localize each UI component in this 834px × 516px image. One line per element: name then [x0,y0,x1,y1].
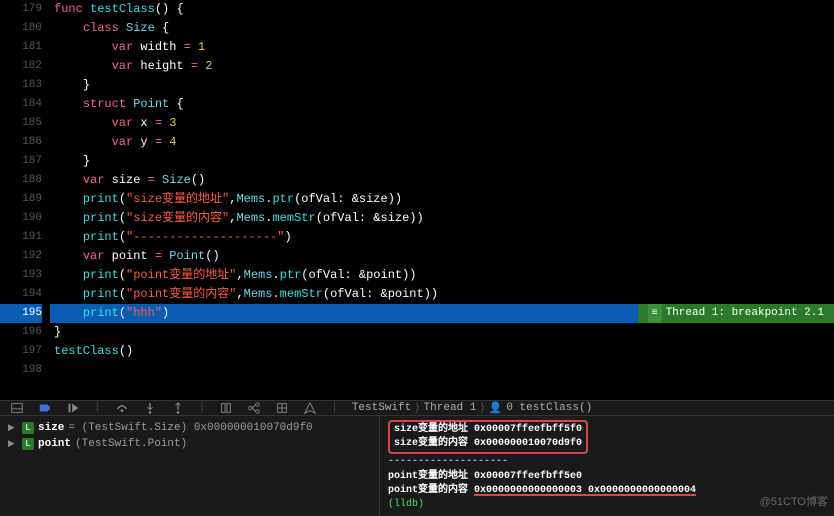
disclosure-triangle-icon[interactable]: ▶ [8,436,18,452]
step-over-icon[interactable] [115,401,129,415]
variable-badge-icon: L [22,438,34,450]
code-line[interactable]: struct Point { [50,95,834,114]
line-number[interactable]: 179 [0,0,42,19]
location-icon[interactable] [303,401,317,415]
code-line[interactable]: } [50,152,834,171]
code-line[interactable]: print("size变量的地址",Mems.ptr(ofVal: &size)… [50,190,834,209]
breakpoint-badge: ≡Thread 1: breakpoint 2.1 [638,304,834,323]
line-number[interactable]: 186 [0,133,42,152]
disclosure-triangle-icon[interactable]: ▶ [8,420,18,436]
line-number[interactable]: 181 [0,38,42,57]
code-line[interactable]: print("point变量的地址",Mems.ptr(ofVal: &poin… [50,266,834,285]
line-number[interactable]: 189 [0,190,42,209]
memory-graph-icon[interactable] [247,401,261,415]
line-number[interactable]: 188 [0,171,42,190]
view-debug-icon[interactable] [219,401,233,415]
variable-badge-icon: L [22,422,34,434]
continue-icon[interactable] [66,401,80,415]
line-number[interactable]: 192 [0,247,42,266]
line-number[interactable]: 193 [0,266,42,285]
variable-row[interactable]: ▶ Lsize = (TestSwift.Size) 0x000000010070… [8,420,371,436]
code-line[interactable]: print("hhh")≡Thread 1: breakpoint 2.1 [50,304,834,323]
chevron-icon: ⟩ [480,401,484,415]
line-number[interactable]: 187 [0,152,42,171]
code-line[interactable]: var height = 2 [50,57,834,76]
watermark: @51CTO博客 [760,493,828,509]
code-line[interactable]: var width = 1 [50,38,834,57]
console-line: size变量的内容 0x000000010070d9f0 [394,437,582,451]
debug-breadcrumbs[interactable]: TestSwift ⟩ Thread 1 ⟩ 👤 0 testClass() [352,401,592,415]
variable-value: (TestSwift.Point) [75,436,187,452]
thread-crumb[interactable]: Thread 1 [424,402,477,414]
hamburger-icon: ≡ [648,304,662,323]
code-line[interactable]: var x = 3 [50,114,834,133]
code-line[interactable]: func testClass() { [50,0,834,19]
code-line[interactable] [50,361,834,380]
code-line[interactable]: } [50,323,834,342]
line-number[interactable]: 185 [0,114,42,133]
line-number[interactable]: 182 [0,57,42,76]
debug-toolbar: | | | TestSwift ⟩ Thread 1 ⟩ 👤 0 testCla… [0,401,834,416]
person-icon: 👤 [489,401,503,415]
code-line[interactable]: class Size { [50,19,834,38]
environment-icon[interactable] [275,401,289,415]
console-highlight-box: size变量的地址 0x00007ffeefbff5f0 size变量的内容 0… [388,420,588,454]
variable-name: point [38,436,71,452]
console-line: size变量的地址 0x00007ffeefbff5f0 [394,423,582,437]
step-out-icon[interactable] [171,401,185,415]
line-number[interactable]: 191 [0,228,42,247]
debug-panel: | | | TestSwift ⟩ Thread 1 ⟩ 👤 0 testCla… [0,400,834,515]
line-number[interactable]: 197 [0,342,42,361]
code-editor[interactable]: 1791801811821831841851861871881891901911… [0,0,834,400]
frame-crumb[interactable]: 0 testClass() [506,402,592,414]
step-into-icon[interactable] [143,401,157,415]
code-line[interactable]: var y = 4 [50,133,834,152]
code-line[interactable]: var size = Size() [50,171,834,190]
code-line[interactable]: print("point变量的内容",Mems.memStr(ofVal: &p… [50,285,834,304]
code-line[interactable]: testClass() [50,342,834,361]
line-number[interactable]: 180 [0,19,42,38]
line-number[interactable]: 198 [0,361,42,380]
code-area[interactable]: func testClass() { class Size { var widt… [50,0,834,400]
variable-row[interactable]: ▶ Lpoint (TestSwift.Point) [8,436,371,452]
line-number[interactable]: 196 [0,323,42,342]
line-number-gutter: 1791801811821831841851861871881891901911… [0,0,50,400]
line-number[interactable]: 190 [0,209,42,228]
console-line: -------------------- [388,455,826,469]
code-line[interactable]: print("size变量的内容",Mems.memStr(ofVal: &si… [50,209,834,228]
hide-debug-icon[interactable] [10,401,24,415]
project-crumb[interactable]: TestSwift [352,402,411,414]
code-line[interactable]: } [50,76,834,95]
breakpoint-toggle-icon[interactable] [38,401,52,415]
code-line[interactable]: var point = Point() [50,247,834,266]
console-line: point变量的地址 0x00007ffeefbff5e0 [388,470,826,484]
line-number[interactable]: 184 [0,95,42,114]
code-line[interactable]: print("--------------------") [50,228,834,247]
line-number[interactable]: 183 [0,76,42,95]
variables-view[interactable]: ▶ Lsize = (TestSwift.Size) 0x000000010070… [0,416,380,516]
line-number[interactable]: 195 [0,304,42,323]
variable-name: size [38,420,64,436]
chevron-icon: ⟩ [415,401,419,415]
variable-value: = (TestSwift.Size) 0x000000010070d9f0 [68,420,312,436]
line-number[interactable]: 194 [0,285,42,304]
